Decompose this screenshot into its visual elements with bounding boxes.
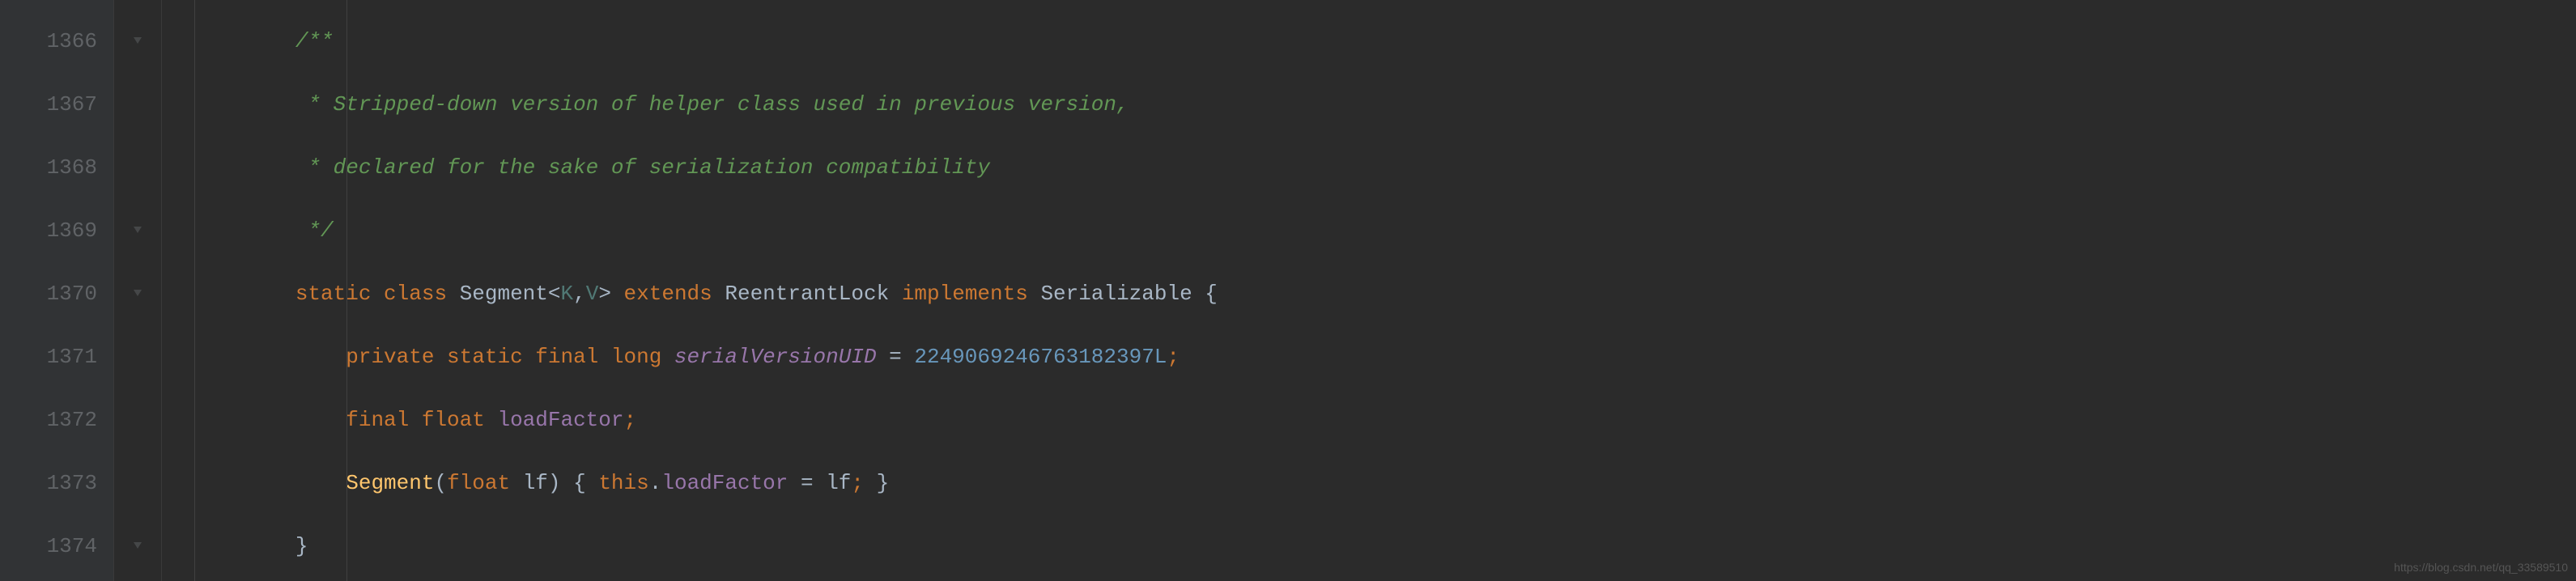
line-number: 1368 xyxy=(10,136,97,199)
code-area[interactable]: /** * Stripped-down version of helper cl… xyxy=(162,0,2576,581)
code-token: Segment xyxy=(346,471,434,495)
code-token: V xyxy=(586,282,599,306)
code-token: Segment xyxy=(460,282,548,306)
code-token: private static final long xyxy=(346,345,674,369)
code-token: ReentrantLock xyxy=(725,282,901,306)
fold-toggle-icon[interactable] xyxy=(114,262,161,325)
code-token: ; xyxy=(851,471,864,495)
line-number: 1373@ xyxy=(10,452,97,515)
code-token: final float xyxy=(346,408,497,432)
code-token: ; xyxy=(624,408,637,432)
fold-column xyxy=(113,0,162,581)
code-token: static xyxy=(295,282,384,306)
code-token: = xyxy=(788,471,826,495)
code-token: */ xyxy=(295,218,334,243)
code-token: K xyxy=(561,282,574,306)
code-token: lf xyxy=(523,471,548,495)
code-token: this xyxy=(598,471,648,495)
code-token: ; xyxy=(1167,345,1180,369)
line-number: 1374 xyxy=(10,515,97,578)
fold-toggle-icon[interactable] xyxy=(114,199,161,262)
code-token: ( xyxy=(434,471,447,495)
code-token: = xyxy=(877,345,915,369)
code-token: float xyxy=(447,471,523,495)
line-number: 1370 xyxy=(10,262,97,325)
line-number-gutter: 13661367136813691370137113721373@1374 xyxy=(0,0,113,581)
code-editor: 13661367136813691370137113721373@1374 /*… xyxy=(0,0,2576,581)
code-token: , xyxy=(573,282,586,306)
code-line[interactable]: Segment(float lf) { this.loadFactor = lf… xyxy=(194,452,2576,515)
fold-toggle-icon[interactable] xyxy=(114,10,161,73)
code-token: > xyxy=(598,282,623,306)
fold-spacer xyxy=(114,452,161,515)
code-token: loadFactor xyxy=(497,408,623,432)
fold-toggle-icon[interactable] xyxy=(114,515,161,578)
code-line[interactable]: */ xyxy=(194,199,2576,262)
code-token: extends xyxy=(624,282,725,306)
line-number: 1367 xyxy=(10,73,97,136)
code-line[interactable]: final float loadFactor; xyxy=(194,388,2576,452)
code-line[interactable]: } xyxy=(194,515,2576,578)
code-line[interactable]: /** xyxy=(194,10,2576,73)
code-token: } xyxy=(864,471,889,495)
code-token: ) { xyxy=(548,471,598,495)
fold-spacer xyxy=(114,136,161,199)
code-token: loadFactor xyxy=(661,471,788,495)
code-token: implements xyxy=(902,282,1041,306)
line-number: 1371 xyxy=(10,325,97,388)
code-line[interactable]: * Stripped-down version of helper class … xyxy=(194,73,2576,136)
fold-spacer xyxy=(114,388,161,452)
watermark-text: https://blog.csdn.net/qq_33589510 xyxy=(2394,559,2568,576)
line-number: 1369 xyxy=(10,199,97,262)
code-token: serialVersionUID xyxy=(674,345,877,369)
line-number: 1372 xyxy=(10,388,97,452)
code-token: /** xyxy=(295,29,334,53)
code-token: lf xyxy=(826,471,851,495)
code-line[interactable]: * declared for the sake of serialization… xyxy=(194,136,2576,199)
fold-spacer xyxy=(114,325,161,388)
code-line[interactable]: private static final long serialVersionU… xyxy=(194,325,2576,388)
code-token: . xyxy=(649,471,662,495)
code-token: * declared for the sake of serialization… xyxy=(295,155,990,180)
code-token: < xyxy=(548,282,561,306)
code-token: class xyxy=(384,282,460,306)
fold-spacer xyxy=(114,73,161,136)
code-token: Serializable xyxy=(1040,282,1205,306)
code-token: } xyxy=(295,534,308,558)
code-token: 2249069246763182397L xyxy=(914,345,1167,369)
code-line[interactable]: static class Segment<K,V> extends Reentr… xyxy=(194,262,2576,325)
code-token: * Stripped-down version of helper class … xyxy=(295,92,1129,117)
code-token: { xyxy=(1205,282,1218,306)
line-number: 1366 xyxy=(10,10,97,73)
